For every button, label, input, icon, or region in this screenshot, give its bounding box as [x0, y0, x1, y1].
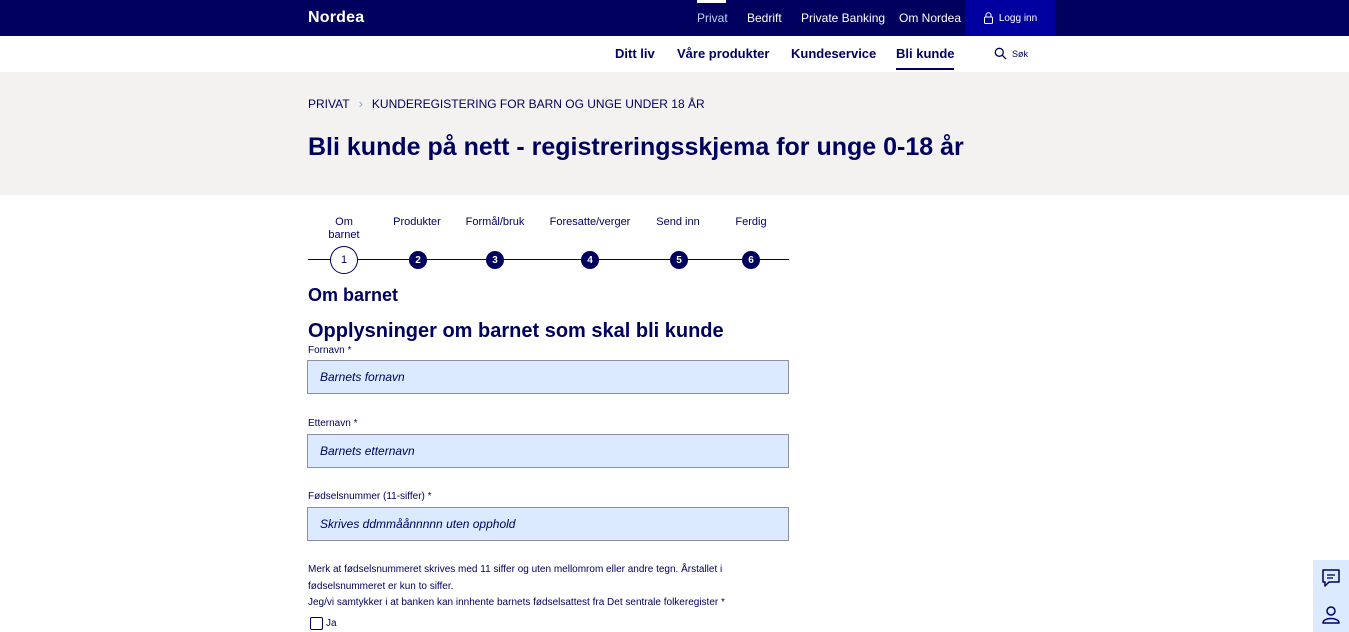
- search-button[interactable]: Søk: [994, 47, 1028, 60]
- consent-option-label: Ja: [326, 618, 337, 629]
- step-label-2: Produkter: [393, 216, 441, 228]
- step-label-3: Formål/bruk: [465, 216, 525, 228]
- subsection-title: Opplysninger om barnet som skal bli kund…: [308, 320, 724, 342]
- fodselsnummer-note: Merk at fødselsnummeret skrives med 11 s…: [308, 562, 778, 595]
- consent-label: Jeg/vi samtykker i at banken kan innhent…: [308, 597, 725, 608]
- consent-checkbox[interactable]: [310, 617, 323, 630]
- topnav-om-nordea[interactable]: Om Nordea: [899, 0, 961, 36]
- step-dot-3: 3: [486, 251, 504, 269]
- page-title: Bli kunde på nett - registreringsskjema …: [308, 133, 964, 161]
- secnav-vare-produkter[interactable]: Våre produkter: [677, 36, 769, 72]
- login-label: Logg inn: [998, 12, 1038, 24]
- section-title: Om barnet: [308, 285, 399, 305]
- secnav-active-underline: [896, 68, 954, 70]
- contact-person-icon: [1322, 606, 1340, 624]
- login-button[interactable]: Logg inn: [965, 0, 1055, 36]
- page-header: PRIVAT › KUNDEREGISTERING FOR BARN OG UN…: [0, 72, 1349, 195]
- topnav-bedrift[interactable]: Bedrift: [747, 0, 782, 36]
- top-bar: Nordea Privat Bedrift Private Banking Om…: [0, 0, 1349, 36]
- step-label-6: Ferdig: [735, 216, 767, 228]
- step-label-5: Send inn: [656, 216, 700, 228]
- required-marker: *: [721, 597, 725, 608]
- required-marker: *: [353, 418, 358, 429]
- contact-button[interactable]: [1313, 596, 1349, 632]
- consent-option[interactable]: Ja: [310, 617, 337, 630]
- step-dot-1: 1: [330, 246, 358, 274]
- breadcrumb: PRIVAT › KUNDEREGISTERING FOR BARN OG UN…: [308, 96, 705, 111]
- note-line-2: fødselsnummeret er kun to siffer.: [308, 580, 454, 592]
- step-label-4: Foresatte/verger: [549, 216, 631, 228]
- fornavn-label: Fornavn *: [308, 345, 351, 356]
- consent-label-text: Jeg/vi samtykker i at banken kan innhent…: [308, 597, 719, 608]
- topnav-privat[interactable]: Privat: [697, 0, 728, 36]
- step-label-1-line2: barnet: [328, 229, 360, 241]
- secnav-bli-kunde[interactable]: Bli kunde: [896, 36, 955, 72]
- step-dot-4: 4: [581, 251, 599, 269]
- step-label-1-line1: Om: [335, 216, 353, 228]
- chat-button[interactable]: [1313, 560, 1349, 596]
- lock-icon: [983, 12, 993, 24]
- etternavn-label: Etternavn *: [308, 418, 358, 429]
- progress-stepper: Om barnet Produkter Formål/bruk Foresatt…: [308, 216, 789, 276]
- breadcrumb-current: KUNDEREGISTERING FOR BARN OG UNGE UNDER …: [371, 96, 705, 111]
- secondary-nav: Ditt liv Våre produkter Kundeservice Bli…: [0, 36, 1349, 72]
- etternavn-input[interactable]: Barnets etternavn: [307, 434, 789, 468]
- secnav-ditt-liv[interactable]: Ditt liv: [615, 36, 655, 72]
- fodselsnummer-label-text: Fødselsnummer (11-siffer): [308, 491, 425, 502]
- required-marker: *: [427, 491, 432, 502]
- secnav-kundeservice[interactable]: Kundeservice: [791, 36, 876, 72]
- search-icon: [994, 47, 1007, 60]
- fodselsnummer-label: Fødselsnummer (11-siffer) *: [308, 491, 432, 502]
- etternavn-label-text: Etternavn: [308, 418, 351, 429]
- stepper-line: [308, 259, 789, 260]
- chevron-right-icon: ›: [358, 96, 363, 111]
- fornavn-input[interactable]: Barnets fornavn: [307, 360, 789, 394]
- breadcrumb-home[interactable]: PRIVAT: [308, 97, 350, 111]
- chat-icon: [1322, 569, 1340, 587]
- step-dot-2: 2: [409, 251, 427, 269]
- fodselsnummer-input[interactable]: Skrives ddmmåånnnnn uten opphold: [307, 507, 789, 541]
- required-marker: *: [347, 345, 352, 356]
- step-dot-5: 5: [670, 251, 688, 269]
- step-label-1: Om barnet: [328, 216, 359, 242]
- nordea-logo[interactable]: Nordea: [308, 9, 364, 27]
- search-label: Søk: [1012, 48, 1029, 59]
- topnav-private-banking[interactable]: Private Banking: [801, 0, 885, 36]
- fornavn-label-text: Fornavn: [308, 345, 345, 356]
- note-line-1: Merk at fødselsnummeret skrives med 11 s…: [308, 564, 723, 575]
- step-dot-6: 6: [742, 251, 760, 269]
